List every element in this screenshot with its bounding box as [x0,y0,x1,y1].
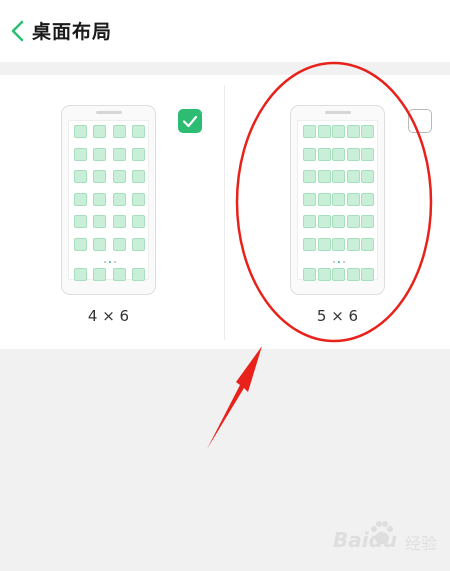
app-icon [93,237,107,251]
app-icon [74,125,87,138]
app-icon [132,192,145,206]
dock-app-icon [346,268,360,281]
app-icon [132,215,145,228]
phone-screen [68,120,149,281]
app-icon [112,170,126,183]
app-icon [112,125,126,138]
app-icon [93,170,107,183]
page-indicator-dot [337,261,340,263]
phone-preview-5x6 [290,105,385,295]
app-icon [132,237,145,251]
app-icon [317,192,331,206]
watermark-sub: 经验 [405,534,438,553]
app-icon [112,147,126,161]
app-icon [74,170,87,183]
app-icon [112,215,126,228]
dock-app-icon [132,268,145,281]
dock-app-icon [74,268,87,281]
dock-app-icon [303,268,316,281]
app-icon [303,192,316,206]
app-icon [112,237,126,251]
dock-app-icon [112,268,126,281]
annotation-arrow [207,346,262,449]
app-icon [361,192,374,206]
page-indicator-dot [108,261,111,263]
dock-app-icon [361,268,374,281]
layout-checkbox-5x6[interactable] [408,109,432,133]
app-icon [303,147,316,161]
page-title: 桌面布局 [32,21,113,43]
app-icon [332,192,345,206]
app-icon [74,147,87,161]
phone-screen [297,120,378,281]
app-icon [346,147,360,161]
app-icon [93,215,107,228]
layout-checkbox-4x6[interactable] [178,109,202,133]
phone-speaker [95,111,122,114]
app-icon [317,215,331,228]
app-icon [303,237,316,251]
paw-icon [371,521,393,544]
app-icon [317,237,331,251]
app-icon [74,192,87,206]
layout-label-4x6: 4 × 6 [87,307,130,325]
app-icon [132,125,145,138]
dock-app-icon [93,268,107,281]
page-indicator-dot [103,261,106,263]
app-icon [74,237,87,251]
app-icon [332,147,345,161]
dock-app-icon [317,268,331,281]
app-icon [346,215,360,228]
app-icon [361,170,374,183]
app-icon [93,125,107,138]
app-icon [361,215,374,228]
app-header: 桌面布局 [0,0,450,62]
app-icon [132,147,145,161]
phone-speaker [324,111,351,114]
page-indicator-dot [332,261,335,263]
layout-option-4x6[interactable]: 4 × 6 [0,75,224,349]
app-icon [346,125,360,138]
layout-option-5x6[interactable]: 5 × 6 [225,75,449,349]
app-icon [303,215,316,228]
page-indicator-dot [342,261,345,263]
app-icon [361,237,374,251]
app-icon [346,170,360,183]
app-icon [332,170,345,183]
app-icon [332,237,345,251]
app-icon [112,192,126,206]
app-icon [346,192,360,206]
app-icon [317,147,331,161]
chevron-left-icon[interactable] [10,20,26,42]
layout-label-5x6: 5 × 6 [316,307,359,325]
app-icon [361,147,374,161]
app-icon [74,215,87,228]
watermark: Baidu 经验 [333,518,443,558]
app-icon [93,147,107,161]
app-icon [303,170,316,183]
checkmark-icon [182,115,198,128]
app-icon [361,125,374,138]
app-icon [332,125,345,138]
app-icon [332,215,345,228]
app-icon [317,170,331,183]
page-indicator-dot [113,261,116,263]
phone-preview-4x6 [61,105,156,295]
dock-app-icon [332,268,345,281]
layout-options-panel: 4 × 6 5 × 6 [0,75,450,349]
app-icon [346,237,360,251]
app-icon [317,125,331,138]
app-icon [132,170,145,183]
app-icon [93,192,107,206]
app-icon [303,125,316,138]
